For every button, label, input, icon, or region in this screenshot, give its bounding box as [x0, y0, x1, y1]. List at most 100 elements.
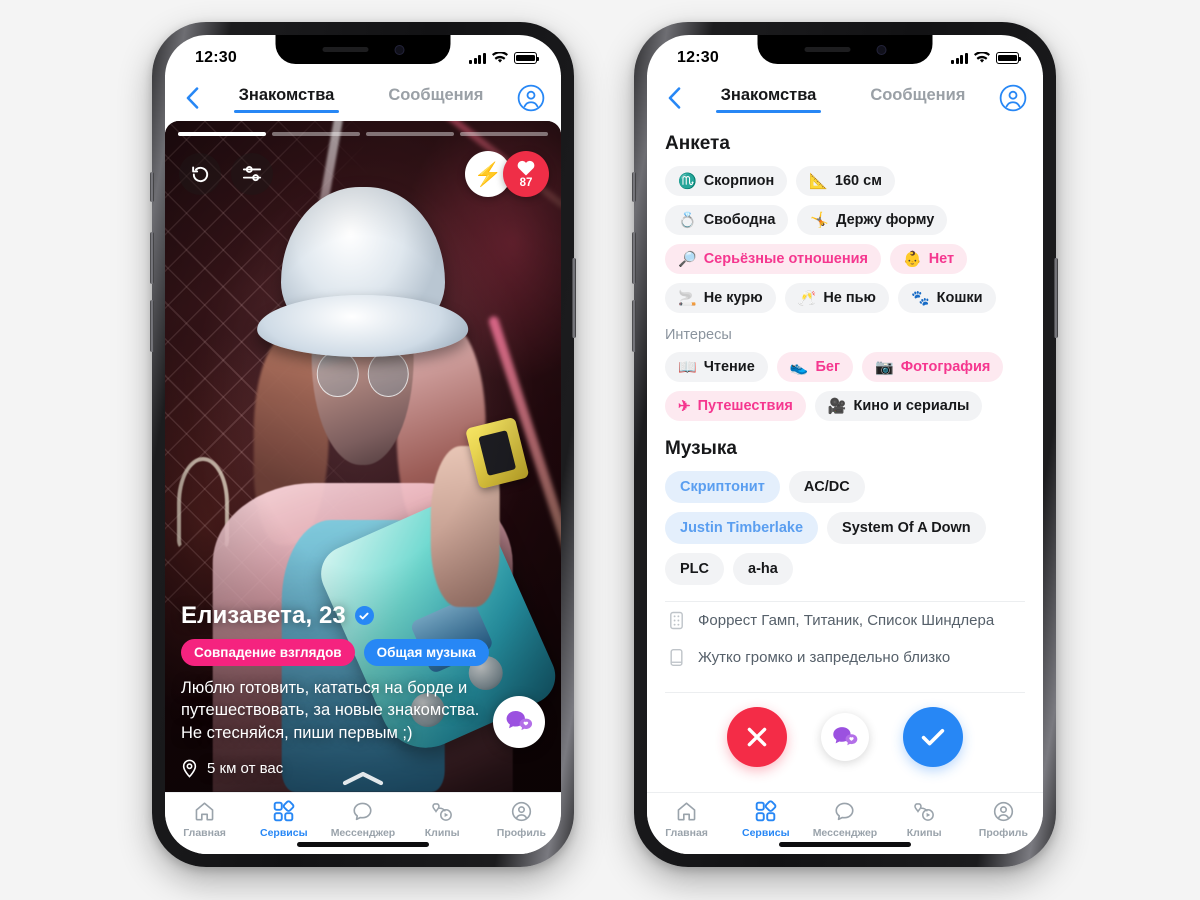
tabbar-item-clips[interactable]: Клипы [403, 800, 482, 839]
tab-messages[interactable]: Сообщения [388, 86, 483, 110]
tag-pets[interactable]: 🐾 Кошки [897, 283, 996, 313]
header-tabs: Знакомства Сообщения [211, 86, 511, 113]
clips-icon [431, 803, 452, 821]
music-tag-3[interactable]: System Of A Down [827, 512, 986, 544]
interest-reading[interactable]: 📖 Чтение [665, 352, 768, 382]
music-tag-5[interactable]: a-ha [733, 553, 793, 585]
tab-dating[interactable]: Знакомства [715, 86, 822, 113]
phone-power-button[interactable] [1054, 258, 1058, 338]
rewind-icon[interactable] [179, 153, 221, 195]
likes-counter-button[interactable]: 87 [503, 151, 549, 197]
profile-name-row: Елизавета, 23 [181, 602, 545, 630]
home-indicator[interactable] [779, 842, 911, 847]
chat-heart-icon[interactable] [493, 696, 545, 748]
like-button[interactable] [903, 707, 963, 767]
tag-height[interactable]: 📐 160 см [796, 166, 895, 196]
interests-tag-list: 📖 Чтение 👟 Бег 📷 Фотография ✈ Путешествия 🎥 К… [665, 352, 1025, 421]
front-camera [876, 44, 886, 55]
status-time: 12:30 [677, 49, 719, 66]
tag-label: Скорпион [703, 173, 775, 189]
battery-full-icon [996, 52, 1022, 64]
tag-children[interactable]: 👶 Нет [890, 244, 968, 274]
divider [665, 692, 1025, 693]
tag-smoking[interactable]: 🚬 Не курю [665, 283, 776, 313]
phone-power-button[interactable] [572, 258, 576, 338]
tabbar-label-messenger: Мессенджер [330, 827, 396, 839]
interest-movies[interactable]: 🎥 Кино и сериалы [814, 391, 983, 421]
heart-icon [517, 160, 535, 176]
tag-label: Серьёзные отношения [703, 251, 868, 267]
section-title-anketa: Анкета [665, 133, 730, 154]
back-button[interactable] [661, 85, 687, 111]
tag-label: Кино и сериалы [853, 398, 970, 414]
anketa-tag-list: ♏ Скорпион 📐 160 см 💍 Свободна 🤸 Держу форму… [665, 166, 1025, 313]
music-tag-2[interactable]: Justin Timberlake [665, 512, 819, 544]
music-tag-list: Скриптонит AC/DC Justin Timberlake Syste… [665, 471, 1025, 585]
home-indicator[interactable] [297, 842, 429, 847]
tabbar-item-services[interactable]: Сервисы [726, 800, 805, 839]
interest-running[interactable]: 👟 Бег [776, 352, 853, 382]
phone-volume-up-button[interactable] [632, 232, 636, 284]
interest-photography[interactable]: 📷 Фотография [862, 352, 1004, 382]
tabbar-item-services[interactable]: Сервисы [244, 800, 323, 839]
movie-camera-emoji-icon: 🎥 [827, 397, 847, 415]
tabbar-label-clips: Клипы [906, 827, 942, 839]
tabbar-item-profile[interactable]: Профиль [964, 800, 1043, 839]
account-circle-icon[interactable] [517, 84, 545, 112]
card-top-controls: ⚡ 87 [179, 151, 549, 197]
tag-fitness[interactable]: 🤸 Держу форму [797, 205, 948, 235]
music-tag-0[interactable]: Скриптонит [665, 471, 780, 503]
favorite-book-row: Жутко громко и запредельно близко [665, 639, 1025, 676]
location-pin-icon [182, 759, 197, 778]
earpiece-speaker [804, 47, 850, 52]
tabbar-item-home[interactable]: Главная [165, 800, 244, 839]
tag-looking-for[interactable]: 🔎 Серьёзные отношения [665, 244, 881, 274]
tag-label: Свободна [703, 212, 776, 228]
tag-zodiac[interactable]: ♏ Скорпион [665, 166, 788, 196]
chip-shared-views[interactable]: Совпадение взглядов [181, 638, 355, 666]
interest-travel[interactable]: ✈ Путешествия [665, 391, 806, 421]
tabbar-item-messenger[interactable]: Мессенджер [323, 800, 402, 839]
earpiece-speaker [322, 47, 368, 52]
phone-screen-left: 12:30 Знакомства Сообщения ⚡ 87 Елизавет… [165, 35, 561, 854]
status-icons [469, 52, 540, 64]
phone-volume-up-button[interactable] [150, 232, 154, 284]
tabbar-label-profile: Профиль [496, 827, 546, 839]
close-x-icon [747, 727, 767, 747]
phone-volume-down-button[interactable] [632, 300, 636, 352]
dislike-button[interactable] [727, 707, 787, 767]
tag-relationship-status[interactable]: 💍 Свободна [665, 205, 789, 235]
back-button[interactable] [179, 85, 205, 111]
music-tag-1[interactable]: AC/DC [788, 471, 865, 503]
baby-emoji-icon: 👶 [903, 250, 922, 268]
tab-messages[interactable]: Сообщения [870, 86, 965, 110]
profile-about: Люблю готовить, кататься на борде и путе… [181, 678, 480, 742]
front-camera [394, 44, 404, 55]
phone-volume-down-button[interactable] [150, 300, 154, 352]
paw-emoji-icon: 🐾 [910, 289, 930, 307]
tabbar-item-messenger[interactable]: Мессенджер [805, 800, 884, 839]
tabbar-label-home: Главная [183, 827, 226, 839]
tabbar-item-clips[interactable]: Клипы [885, 800, 964, 839]
music-tag-4[interactable]: PLC [665, 553, 724, 585]
chip-shared-music[interactable]: Общая музыка [363, 638, 489, 666]
sliders-icon[interactable] [231, 153, 273, 195]
profile-distance: 5 км от вас [207, 760, 284, 777]
chevron-up-icon[interactable] [339, 770, 387, 788]
photo-progress-bars[interactable] [178, 132, 548, 136]
tabbar-item-home[interactable]: Главная [647, 800, 726, 839]
magnifier-emoji-icon: 🔎 [678, 250, 697, 268]
tag-drinking[interactable]: 🥂 Не пью [784, 283, 889, 313]
message-button[interactable] [821, 713, 869, 761]
screenshot-canvas: 12:30 Знакомства Сообщения ⚡ 87 Елизавет… [0, 0, 1200, 900]
phone-mute-switch[interactable] [150, 172, 154, 202]
account-circle-icon[interactable] [999, 84, 1027, 112]
phone-mute-switch[interactable] [632, 172, 636, 202]
tabbar-item-profile[interactable]: Профиль [482, 800, 561, 839]
book-icon [670, 648, 683, 667]
app-header: Знакомства Сообщения [647, 75, 1043, 121]
signal-bars-icon [469, 52, 486, 64]
dating-card[interactable]: ⚡ 87 Елизавета, 23 Совпадение взглядов О… [165, 121, 561, 792]
tab-dating[interactable]: Знакомства [233, 86, 340, 113]
cigarette-emoji-icon: 🚬 [678, 289, 697, 307]
